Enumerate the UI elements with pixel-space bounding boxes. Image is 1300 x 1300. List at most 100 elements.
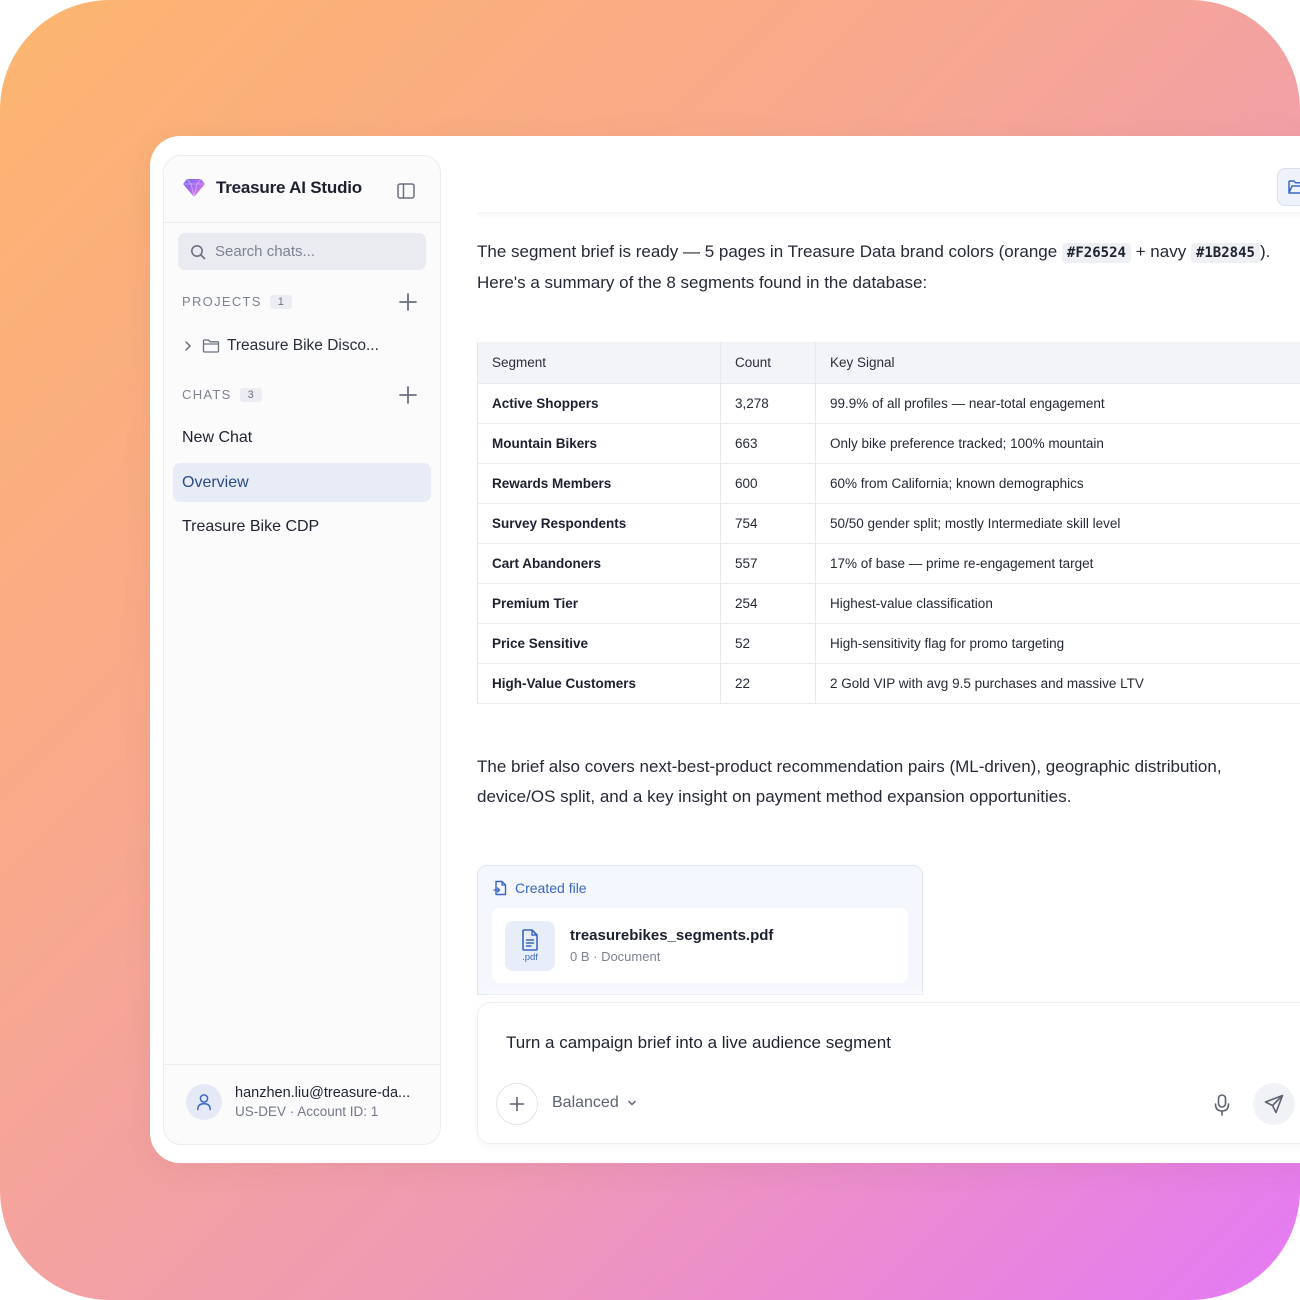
chevron-right-icon[interactable] [182,340,194,352]
chat-main: The segment brief is ready — 5 pages in … [477,136,1300,1163]
signal-cell: Highest-value classification [815,583,1300,624]
chat-item-overview[interactable]: Overview [173,463,431,502]
file-meta: 0 B · Document [570,949,661,964]
count-cell: 3,278 [720,383,816,424]
column-header-key-signal: Key Signal [815,342,1300,384]
mode-label: Balanced [552,1094,619,1111]
created-file-card: Created file .pdf treasurebikes_segments… [477,865,923,995]
plus-icon [509,1096,525,1112]
intro-summary-line: Here's a summary of the 8 segments found… [477,273,928,292]
open-files-button[interactable] [1277,168,1300,206]
app-title: Treasure AI Studio [216,178,362,197]
signal-cell: 2 Gold VIP with avg 9.5 purchases and ma… [815,663,1300,704]
projects-label: PROJECTS [182,294,262,309]
attach-button[interactable] [496,1083,538,1125]
microphone-button[interactable] [1211,1093,1233,1117]
segment-cell: Mountain Bikers [477,423,721,464]
count-cell: 754 [720,503,816,544]
collapse-sidebar-button[interactable] [395,180,417,202]
new-chat-button[interactable] [398,385,418,405]
segment-cell: Premium Tier [477,583,721,624]
signal-cell: 99.9% of all profiles — near-total engag… [815,383,1300,424]
file-attachment[interactable]: .pdf treasurebikes_segments.pdf 0 B · Do… [492,908,908,983]
user-icon [197,1094,211,1111]
gradient-backdrop: Treasure AI Studio PROJECTS 1 [0,0,1300,1300]
column-header-count: Count [720,342,816,384]
folder-icon [202,339,220,353]
file-created-icon [493,880,507,896]
projects-count-badge: 1 [269,294,292,309]
sidebar-footer-divider [164,1064,440,1065]
intro-text-part: ). [1259,242,1271,261]
signal-cell: 60% from California; known demographics [815,463,1300,504]
pdf-thumbnail: .pdf [505,920,555,971]
signal-cell: High-sensitivity flag for promo targetin… [815,623,1300,664]
sidebar: Treasure AI Studio PROJECTS 1 [163,155,441,1145]
count-cell: 600 [720,463,816,504]
file-name: treasurebikes_segments.pdf [570,927,774,944]
search-icon [191,244,206,259]
segment-cell: Rewards Members [477,463,721,504]
app-window: Treasure AI Studio PROJECTS 1 [150,136,1300,1163]
chats-count-badge: 3 [239,387,262,402]
segment-cell: Cart Abandoners [477,543,721,584]
navy-color-code: #1B2845 [1190,243,1260,263]
orange-color-code: #F26524 [1061,243,1131,263]
chevron-down-icon [627,1100,636,1106]
send-icon [1264,1094,1284,1114]
sidebar-toggle-icon [397,183,415,199]
search-input[interactable] [215,243,415,260]
signal-cell: 17% of base — prime re-engagement target [815,543,1300,584]
chat-item-new-chat[interactable]: New Chat [173,418,431,457]
intro-text-part: The segment brief is ready — 5 pages in … [477,242,1062,261]
count-cell: 254 [720,583,816,624]
count-cell: 22 [720,663,816,704]
intro-text: The segment brief is ready — 5 pages in … [477,237,1300,298]
gem-logo-icon [183,178,205,198]
search-box[interactable] [178,233,426,270]
intro-text-part: + navy [1130,242,1191,261]
sidebar-divider [164,222,440,223]
user-account-info: US-DEV · Account ID: 1 [235,1104,379,1119]
projects-header: PROJECTS 1 [182,292,418,312]
count-cell: 557 [720,543,816,584]
message-input[interactable] [506,1033,1206,1053]
avatar [186,1084,222,1120]
outro-text: The brief also covers next-best-product … [477,757,1222,806]
count-cell: 52 [720,623,816,664]
chat-item-treasure-bike-cdp[interactable]: Treasure Bike CDP [173,507,431,546]
table-row: Mountain Bikers 663 Only bike preference… [477,423,1300,464]
table-row: Rewards Members 600 60% from California;… [477,463,1300,504]
user-email: hanzhen.liu@treasure-da... [235,1085,411,1101]
created-file-label: Created file [515,880,587,896]
add-project-button[interactable] [398,292,418,312]
document-icon [522,928,538,951]
column-header-segment: Segment [477,342,721,384]
user-account[interactable]: hanzhen.liu@treasure-da... US-DEV · Acco… [186,1084,410,1120]
segments-table: Segment Count Key Signal Active Shoppers… [477,342,1300,704]
table-row: Premium Tier 254 Highest-value classific… [477,583,1300,624]
chats-label: CHATS [182,387,232,402]
message-composer: Balanced [477,1002,1300,1144]
table-row: Cart Abandoners 557 17% of base — prime … [477,543,1300,584]
brand: Treasure AI Studio [182,178,362,198]
folder-open-icon [1288,180,1300,194]
count-cell: 663 [720,423,816,464]
scroll-fade [477,212,1300,218]
chats-header: CHATS 3 [182,385,418,405]
signal-cell: Only bike preference tracked; 100% mount… [815,423,1300,464]
table-header-row: Segment Count Key Signal [477,342,1300,384]
project-label: Treasure Bike Disco... [227,337,379,354]
segment-cell: Survey Respondents [477,503,721,544]
send-button[interactable] [1253,1083,1295,1125]
segment-cell: High-Value Customers [477,663,721,704]
table-row: Price Sensitive 52 High-sensitivity flag… [477,623,1300,664]
project-item[interactable]: Treasure Bike Disco... [182,337,379,355]
table-row: High-Value Customers 22 2 Gold VIP with … [477,663,1300,704]
segment-cell: Active Shoppers [477,383,721,424]
table-row: Active Shoppers 3,278 99.9% of all profi… [477,383,1300,424]
created-file-header: Created file [493,880,587,896]
mode-dropdown[interactable]: Balanced [552,1094,637,1112]
table-row: Survey Respondents 754 50/50 gender spli… [477,503,1300,544]
file-extension: .pdf [522,951,538,963]
